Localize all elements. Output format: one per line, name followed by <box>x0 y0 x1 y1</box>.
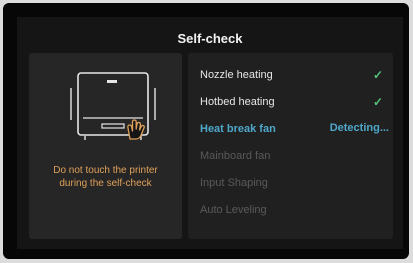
printer-with-hand-icon <box>70 72 156 140</box>
device-bezel: Self-check Do not touch the printer duri… <box>3 3 409 259</box>
warning-text-line-2: during the self-check <box>59 178 152 189</box>
checkmark-icon: ✓ <box>372 68 383 82</box>
check-item-input-shaping: Input Shaping <box>200 175 393 195</box>
check-item-mainboard-fan: Mainboard fan <box>200 148 393 168</box>
check-item-heat-break-fan: Heat break fan Detecting... <box>200 121 393 141</box>
check-label: Auto Leveling <box>200 204 267 216</box>
check-label: Hotbed heating <box>200 96 275 108</box>
status-text: Detecting... <box>329 122 389 134</box>
warning-text-line-1: Do not touch the printer <box>53 165 158 176</box>
check-label: Mainboard fan <box>200 150 271 162</box>
check-label: Nozzle heating <box>200 69 273 81</box>
check-item-nozzle-heating: Nozzle heating ✓ <box>200 67 393 87</box>
self-check-screen: Self-check Do not touch the printer duri… <box>17 17 403 249</box>
check-list: Nozzle heating ✓ Hotbed heating ✓ Heat b… <box>188 53 393 239</box>
check-item-auto-leveling: Auto Leveling <box>200 202 393 222</box>
checkmark-icon: ✓ <box>372 95 383 109</box>
check-label: Input Shaping <box>200 177 268 189</box>
check-item-hotbed-heating: Hotbed heating ✓ <box>200 94 393 114</box>
page-title: Self-check <box>177 31 243 46</box>
warning-panel: Do not touch the printer during the self… <box>29 53 182 239</box>
check-label: Heat break fan <box>200 123 276 135</box>
